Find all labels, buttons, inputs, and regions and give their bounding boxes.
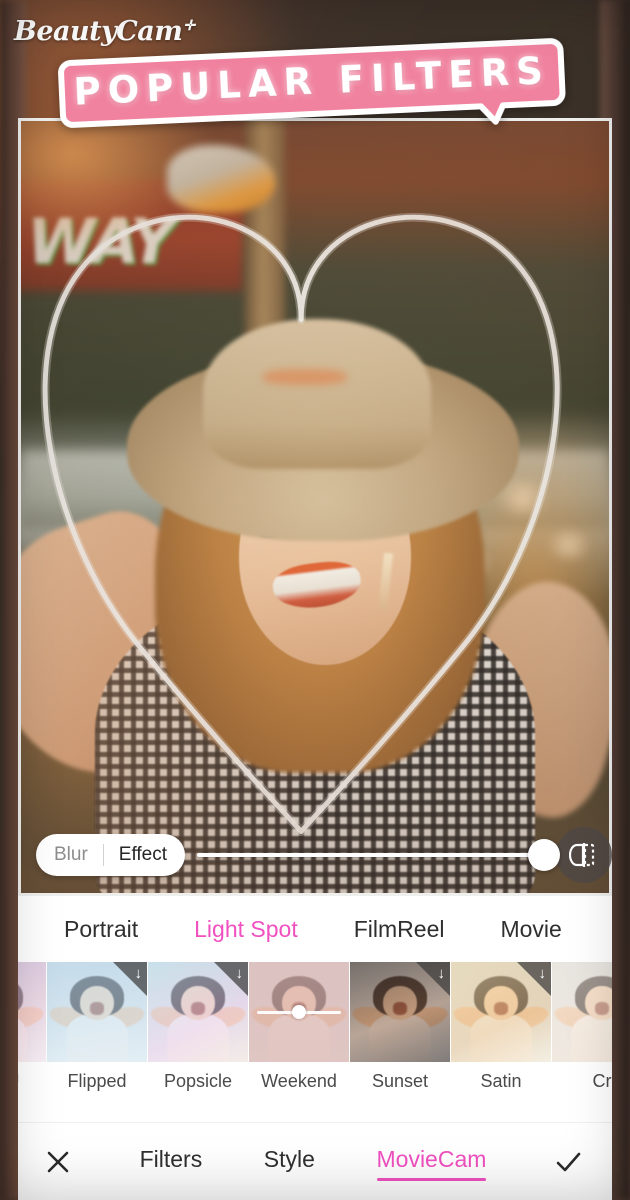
filter-preview[interactable]: ↓ [148,962,248,1062]
filter-thumbnail-strip[interactable]: ove U ↓ Flipped ↓ Popsicle Weekend ↓ Sunset ↓ Sat… [18,962,612,1114]
photo-subject [21,319,609,893]
nav-item-style[interactable]: Style [264,1146,315,1178]
filter-thumbnail[interactable]: ↓ Satin [451,962,551,1092]
filter-label: Cr [592,1071,612,1091]
slider-track [197,853,544,857]
category-tab-bar[interactable]: PortraitLight SpotFilmReelMovieArtis [18,896,612,962]
filter-preview[interactable] [249,962,349,1062]
check-icon[interactable] [548,1147,588,1177]
blur-effect-toggle[interactable]: Blur Effect [36,834,186,876]
bottom-nav-bar: Filters Style MovieCam [18,1122,612,1200]
filter-panel: PortraitLight SpotFilmReelMovieArtis ove… [18,896,612,1200]
intensity-slider[interactable] [197,834,560,876]
download-icon[interactable]: ↓ [539,966,547,981]
app-logo-text: BeautyCam [14,16,183,47]
download-icon[interactable]: ↓ [135,966,143,981]
filter-label: Flipped [67,1071,127,1091]
filter-intensity-slider[interactable] [257,1005,341,1019]
filter-label: Popsicle [163,1071,233,1091]
photo-canvas[interactable]: WAY [18,118,612,896]
sparkle-icon: ✛ [183,18,195,34]
download-icon[interactable]: ↓ [438,966,446,981]
filter-preview[interactable]: ↓ [47,962,147,1062]
category-tab-portrait[interactable]: Portrait [64,916,138,943]
filter-intensity-knob[interactable] [292,1005,306,1019]
filter-label: Weekend [261,1071,337,1091]
category-tab-movie[interactable]: Movie [500,916,561,943]
filter-thumbnail[interactable]: ↓ Sunset [350,962,450,1092]
compare-before-after-icon[interactable] [556,827,612,883]
slider-thumb[interactable] [528,839,560,871]
mode-blur[interactable]: Blur [54,844,88,866]
filter-label: ove U [18,1071,46,1092]
mode-effect[interactable]: Effect [119,844,167,866]
filter-preview-image [552,962,612,1062]
filter-preview[interactable]: ↓ [451,962,551,1062]
filter-thumbnail[interactable]: ove U [18,962,46,1092]
filter-label: Sunset [371,1071,429,1091]
app-logo: BeautyCam✛ [14,16,195,47]
filter-preview-image [18,962,46,1062]
category-tab-filmreel[interactable]: FilmReel [354,916,445,943]
mode-divider [102,844,104,866]
category-tab-light-spot[interactable]: Light Spot [194,916,298,943]
compare-icon-glyph [569,843,595,867]
filter-thumbnail[interactable]: ↓ Popsicle [148,962,248,1092]
filter-label: Satin [480,1071,522,1091]
nav-item-filters[interactable]: Filters [140,1146,203,1178]
filter-thumbnail[interactable]: Weekend [249,962,349,1092]
edited-photo: WAY [21,121,609,893]
nav-item-moviecam[interactable]: MovieCam [376,1146,486,1181]
filter-preview[interactable]: ↓ [350,962,450,1062]
effect-slider-row: Blur Effect [18,822,612,888]
filter-thumbnail[interactable]: Cr [552,962,612,1092]
download-icon[interactable]: ↓ [236,966,244,981]
app-root: BeautyCam✛ POPULAR FILTERS WAY [0,0,630,1200]
close-x-icon[interactable] [38,1148,78,1176]
filter-preview[interactable] [18,962,46,1062]
filter-preview[interactable] [552,962,612,1062]
filter-thumbnail[interactable]: ↓ Flipped [47,962,147,1092]
